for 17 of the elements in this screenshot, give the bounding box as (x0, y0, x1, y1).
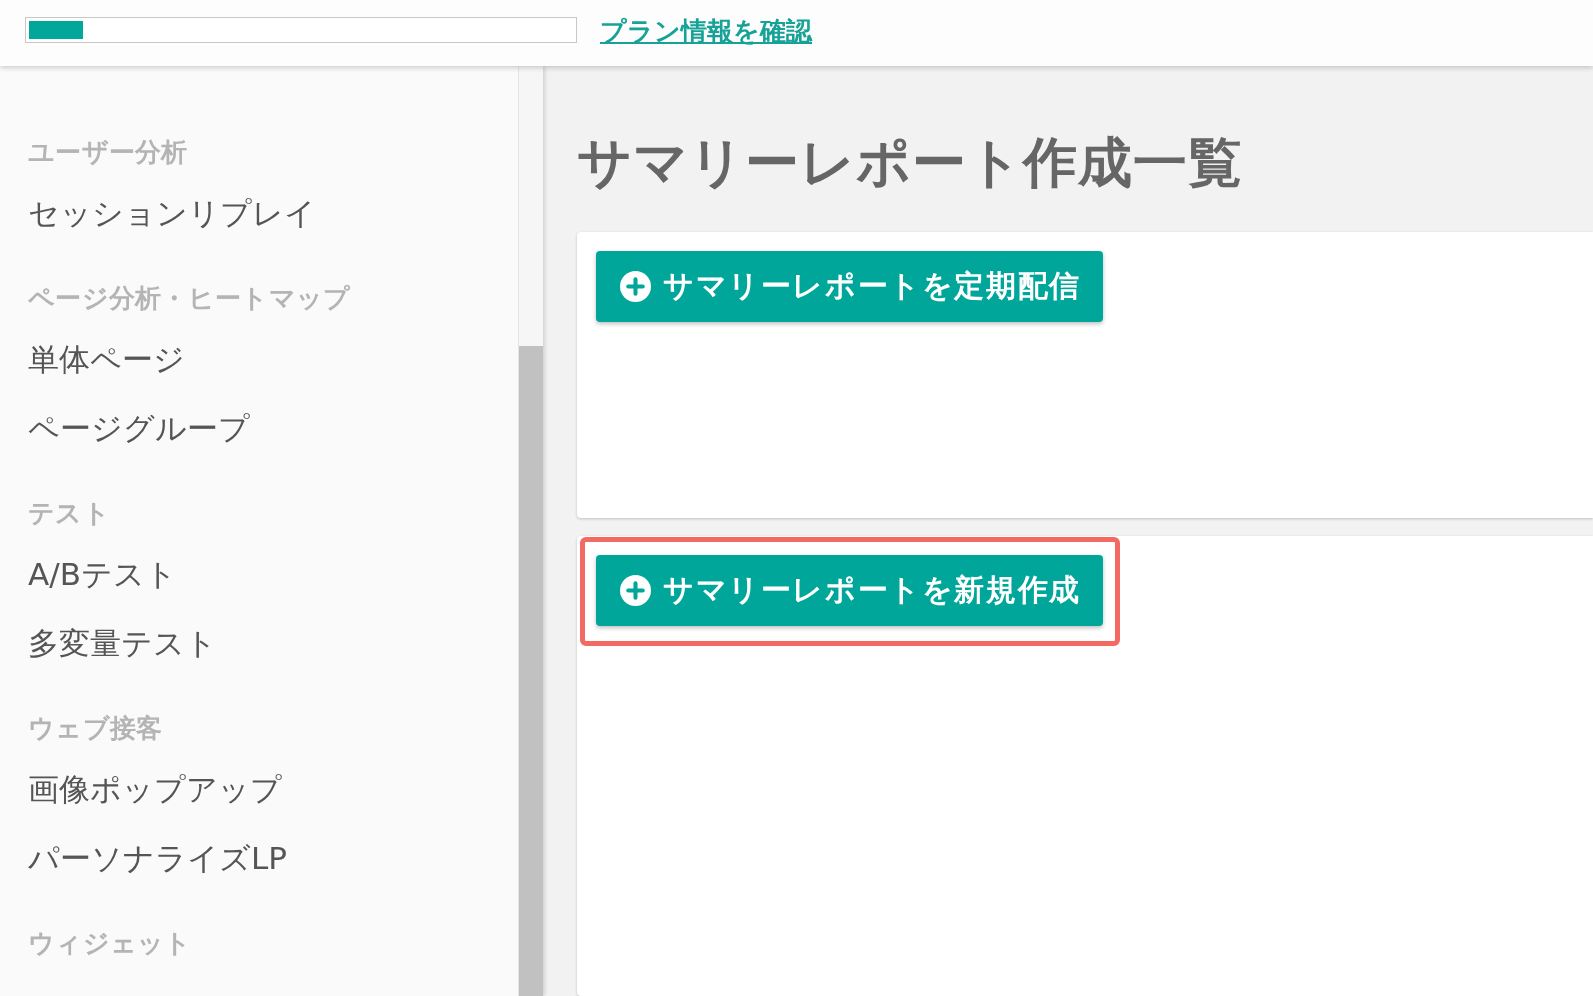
nav-item[interactable]: セッションリプレイ (28, 178, 316, 247)
plus-circle-icon (620, 271, 651, 302)
nav-item[interactable]: ページグループ (28, 393, 250, 462)
scrollbar[interactable] (518, 66, 543, 996)
nav-section-heading: ページ分析・ヒートマップ (28, 282, 351, 315)
nav-item[interactable]: A/Bテスト (28, 539, 177, 608)
nav-item[interactable]: 画像ポップアップ (28, 754, 282, 823)
page-title: サマリーレポート作成一覧 (577, 131, 1243, 195)
nav-item[interactable]: パーソナライズLP (28, 823, 287, 892)
nav-item[interactable]: 多変量テスト (28, 608, 217, 677)
nav-section-heading: ウィジェット (28, 927, 192, 960)
nav-section-heading: ウェブ接客 (28, 712, 163, 745)
nav-section-heading: ユーザー分析 (28, 136, 188, 169)
scrollbar-thumb[interactable] (519, 346, 543, 996)
nav-section-heading: テスト (28, 497, 110, 530)
plus-circle-icon (620, 575, 651, 606)
nav-item[interactable]: 単体ページ (28, 324, 185, 393)
